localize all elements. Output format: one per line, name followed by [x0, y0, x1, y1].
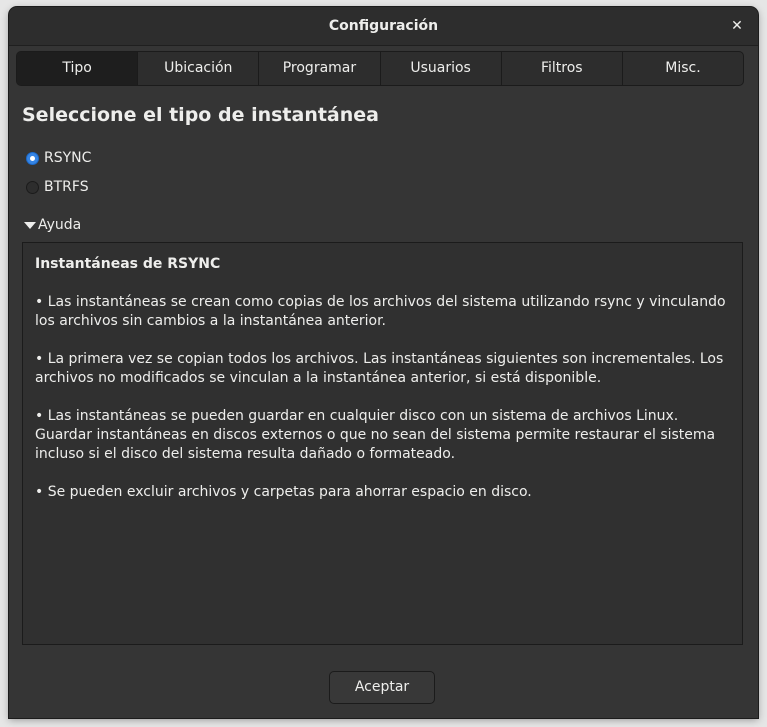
tab-tipo[interactable]: Tipo: [17, 52, 138, 85]
tab-bar: Tipo Ubicación Programar Usuarios Filtro…: [16, 51, 744, 86]
close-icon[interactable]: ✕: [728, 17, 746, 35]
radio-rsync-label: RSYNC: [44, 150, 92, 166]
help-paragraph: • La primera vez se copian todos los arc…: [35, 351, 724, 386]
tab-programar[interactable]: Programar: [258, 52, 379, 85]
help-paragraph: • Se pueden excluir archivos y carpetas …: [35, 484, 532, 500]
title-bar: Configuración ✕: [9, 7, 758, 46]
radio-btrfs[interactable]: [26, 180, 39, 194]
help-paragraph: • Las instantáneas se pueden guardar en …: [35, 408, 716, 462]
help-text-panel: Instantáneas de RSYNC • Las instantáneas…: [22, 242, 743, 645]
help-expander[interactable]: Ayuda: [24, 217, 81, 233]
radio-rsync[interactable]: [26, 151, 39, 165]
page-title: Seleccione el tipo de instantánea: [22, 104, 379, 126]
window-title: Configuración: [328, 18, 439, 34]
settings-dialog: Configuración ✕ Tipo Ubicación Programar…: [9, 7, 758, 718]
tab-misc[interactable]: Misc.: [621, 52, 743, 85]
help-title: Instantáneas de RSYNC: [35, 256, 221, 272]
tab-ubicacion[interactable]: Ubicación: [137, 52, 258, 85]
radio-option-btrfs[interactable]: BTRFS: [26, 177, 89, 197]
triangle-down-icon: [24, 221, 36, 229]
tab-usuarios[interactable]: Usuarios: [379, 52, 501, 85]
radio-btrfs-label: BTRFS: [44, 179, 89, 195]
help-expander-label: Ayuda: [38, 217, 82, 233]
help-paragraph: • Las instantáneas se crean como copias …: [35, 294, 726, 329]
accept-button[interactable]: Aceptar: [329, 671, 435, 704]
tab-filtros[interactable]: Filtros: [500, 52, 622, 85]
radio-option-rsync[interactable]: RSYNC: [26, 148, 91, 168]
